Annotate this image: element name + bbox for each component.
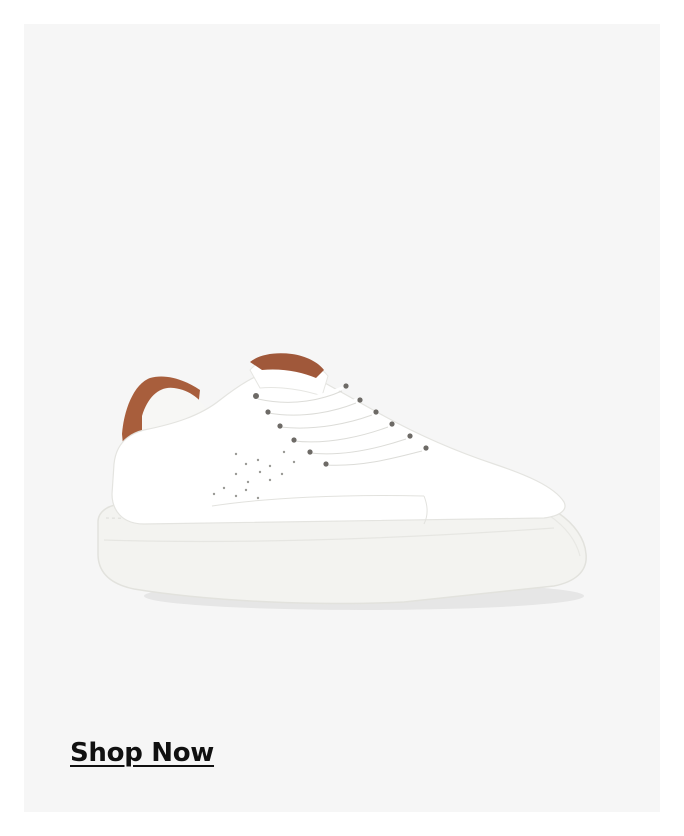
sneaker-product-image[interactable]: [24, 24, 660, 812]
promo-card[interactable]: Shop Now: [24, 24, 660, 812]
shop-now-link[interactable]: Shop Now: [70, 738, 214, 768]
